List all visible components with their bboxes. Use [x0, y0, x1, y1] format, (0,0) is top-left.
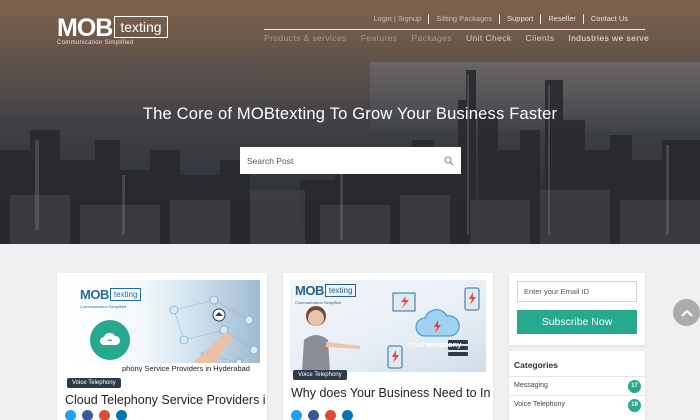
scroll-top-button[interactable] [673, 299, 700, 326]
linkedin-icon[interactable] [342, 410, 353, 420]
main-nav: Products & services Features Packages Un… [264, 33, 663, 43]
facebook-icon[interactable] [308, 410, 319, 420]
twitter-icon[interactable] [65, 410, 76, 420]
google-plus-icon[interactable] [99, 410, 110, 420]
main-nav-products[interactable]: Products & services [264, 33, 347, 43]
category-name: Messaging [514, 382, 548, 389]
category-count-badge: 19 [628, 399, 641, 412]
search-input[interactable] [247, 155, 444, 166]
top-nav-support[interactable]: Support [499, 14, 540, 24]
twitter-icon[interactable] [291, 410, 302, 420]
top-nav: Login | Signup Sitting Packages Support … [366, 14, 635, 24]
main-nav-packages[interactable]: Packages [411, 33, 452, 43]
post-thumbnail[interactable]: MOB texting Communication Simplified pho… [64, 280, 260, 372]
top-nav-packages[interactable]: Sitting Packages [428, 14, 499, 24]
cloud-icon [90, 320, 130, 360]
categories-title: Categories [514, 360, 558, 370]
email-field[interactable] [517, 281, 637, 302]
main-nav-clients[interactable]: Clients [526, 33, 555, 43]
top-nav-login[interactable]: Login | Signup [366, 14, 428, 24]
facebook-icon[interactable] [82, 410, 93, 420]
logo-tagline: Communication Simplified [57, 40, 134, 46]
main-nav-features[interactable]: Features [361, 33, 398, 43]
site-logo[interactable]: MOB texting [57, 14, 168, 42]
cloud-label-word: cloud [406, 340, 424, 349]
top-nav-contact[interactable]: Contact Us [582, 14, 635, 24]
main-nav-industries[interactable]: Industries we serve [568, 33, 649, 43]
post-title[interactable]: Cloud Telephony Service Providers i... [65, 393, 265, 407]
social-share-row [65, 410, 133, 420]
post-card[interactable]: MOB texting Communication Simplified pho… [57, 273, 267, 420]
category-item[interactable]: Voice Telephony 19 [509, 395, 645, 414]
woman-cloud-illustration [302, 287, 480, 372]
subscribe-widget: Subscribe Now [509, 273, 645, 345]
telephony-label-word: telephony [426, 340, 462, 349]
search-icon[interactable] [444, 155, 454, 166]
linkedin-icon[interactable] [116, 410, 127, 420]
nav-divider [264, 29, 645, 30]
post-title[interactable]: Why does Your Business Need to Int... [291, 386, 491, 400]
category-count-badge: 17 [628, 380, 641, 393]
google-plus-icon[interactable] [325, 410, 336, 420]
category-name: Voice Telephony [514, 401, 565, 408]
post-thumbnail[interactable]: MOB texting Communication Simplified clo… [290, 280, 486, 372]
logo-text-box: texting [114, 16, 168, 38]
network-hand-illustration [169, 295, 259, 372]
cloud-telephony-label: cloud telephony [406, 340, 461, 349]
categories-widget: Categories Messaging 17 Voice Telephony … [509, 351, 645, 420]
subscribe-button[interactable]: Subscribe Now [517, 310, 637, 334]
main-nav-unit-check[interactable]: Unit Check [466, 33, 512, 43]
category-badge[interactable]: Voice Telephony [67, 378, 121, 388]
category-badge[interactable]: Voice Telephony [293, 370, 347, 380]
logo-text-main: MOB [57, 14, 113, 42]
hero-title: The Core of MOBtexting To Grow Your Busi… [142, 105, 558, 123]
post-card[interactable]: MOB texting Communication Simplified clo… [283, 273, 493, 420]
thumbnail-caption: phony Service Providers in Hyderabad [64, 363, 260, 372]
top-nav-reseller[interactable]: Reseller [540, 14, 583, 24]
search-box [240, 147, 461, 174]
social-share-row [291, 410, 359, 420]
chevron-up-icon [680, 309, 693, 317]
category-item[interactable]: Messaging 17 [509, 376, 645, 395]
